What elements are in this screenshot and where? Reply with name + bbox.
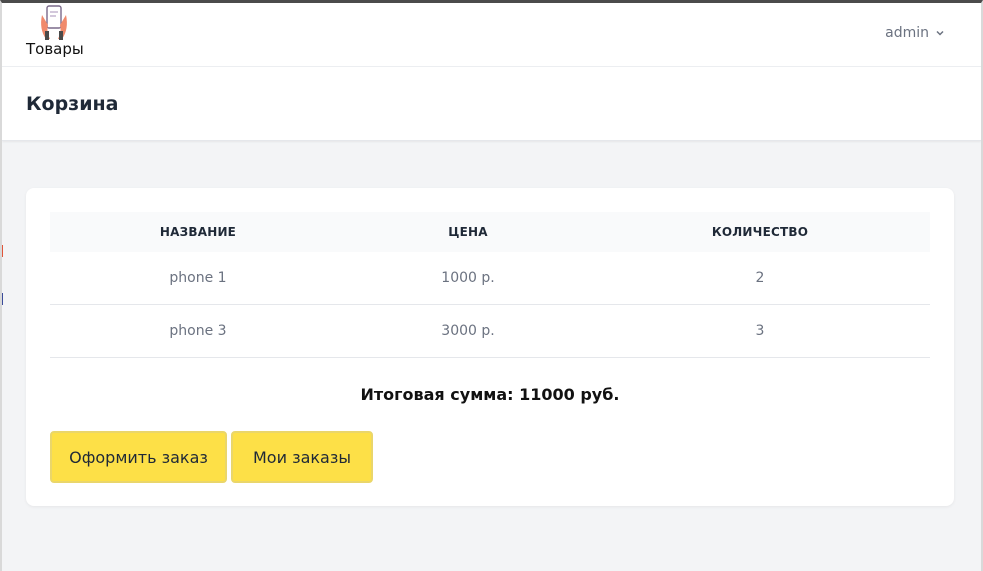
cell-product-name: phone 3 [169, 323, 227, 339]
brand-link[interactable]: Товары [26, 3, 96, 65]
edge-mark [2, 293, 3, 305]
cart-card: Название Цена Количество phone 1 1000 р.… [26, 188, 954, 506]
column-header-name: Название [159, 225, 237, 239]
user-name[interactable]: admin [885, 25, 929, 41]
page-header: Корзина [2, 67, 981, 141]
left-edge-marks [2, 3, 3, 571]
cell-product-name: phone 1 [169, 270, 227, 286]
cell-price: 3000 р. [441, 323, 495, 339]
table-row: phone 1 1000 р. 2 [50, 252, 930, 305]
phone-in-hands-logo-icon [41, 5, 67, 40]
cell-price: 1000 р. [441, 270, 495, 286]
user-menu-dropdown[interactable]: admin [885, 25, 945, 41]
page-title: Корзина [26, 92, 119, 115]
checkout-button[interactable]: Оформить заказ [50, 431, 227, 483]
cart-total: Итоговая сумма: 11000 руб. [360, 385, 620, 404]
column-header-price: Цена [448, 225, 488, 239]
table-header: Название Цена Количество [50, 212, 930, 252]
cart-table: Название Цена Количество phone 1 1000 р.… [50, 212, 930, 358]
cell-quantity: 2 [755, 270, 765, 286]
cell-quantity: 3 [755, 323, 765, 339]
table-row: phone 3 3000 р. 3 [50, 305, 930, 358]
column-header-quantity: Количество [711, 225, 809, 239]
my-orders-button[interactable]: Мои заказы [231, 431, 373, 483]
chevron-down-icon [936, 30, 944, 36]
edge-mark [2, 245, 3, 257]
brand-label[interactable]: Товары [26, 40, 84, 58]
top-navigation: Товары admin [2, 3, 981, 67]
app-window: Товары admin Корзина Название Цена Колич… [0, 0, 983, 571]
